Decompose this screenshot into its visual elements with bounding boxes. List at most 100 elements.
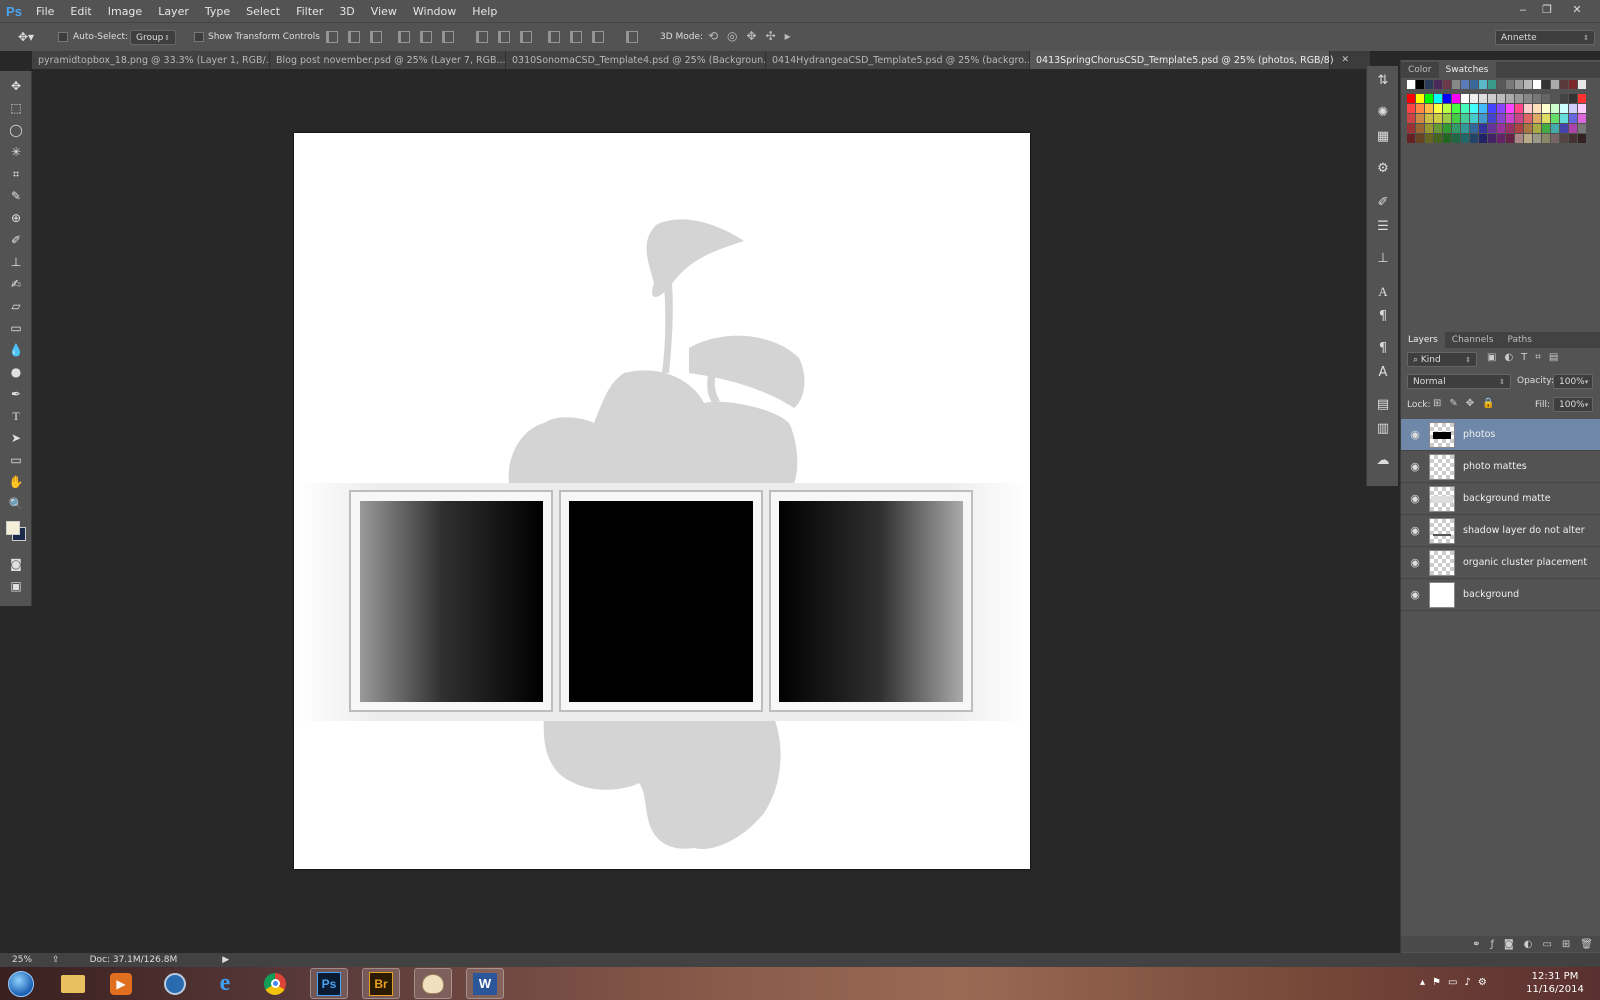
color-swatch[interactable] <box>1542 114 1550 123</box>
color-swatch[interactable] <box>1416 80 1424 89</box>
opacity-field[interactable]: 100% ▾ <box>1553 374 1593 389</box>
color-swatch[interactable] <box>1470 124 1478 133</box>
taskbar-internet-explorer[interactable]: e <box>206 968 244 999</box>
new-layer-icon[interactable]: ⊞ <box>1562 939 1570 950</box>
color-swatch[interactable] <box>1443 124 1451 133</box>
move-tool-icon[interactable]: ✥ <box>6 77 26 95</box>
color-swatch[interactable] <box>1461 124 1469 133</box>
color-swatch[interactable] <box>1560 104 1568 113</box>
visibility-eye-icon[interactable]: ◉ <box>1401 428 1429 441</box>
color-swatch[interactable] <box>1524 134 1532 143</box>
color-swatch[interactable] <box>1533 124 1541 133</box>
layer-row-shadow[interactable]: ◉ shadow layer do not alter <box>1401 515 1600 547</box>
layer-filter-icons[interactable]: ▣◐T⌗▤ <box>1487 352 1566 363</box>
paragraph-styles-icon[interactable]: ¶ <box>1375 340 1391 356</box>
foreground-color-swatch[interactable] <box>6 521 20 535</box>
color-swatch[interactable] <box>1479 134 1487 143</box>
color-swatch[interactable] <box>1425 94 1433 103</box>
libraries-panel-icon[interactable]: ☁ <box>1375 452 1391 468</box>
clock[interactable]: 12:31 PM 11/16/2014 <box>1520 970 1590 996</box>
rectangle-tool-icon[interactable]: ▭ <box>6 451 26 469</box>
color-swatch[interactable] <box>1542 124 1550 133</box>
color-swatch[interactable] <box>1560 134 1568 143</box>
color-swatch[interactable] <box>1470 80 1478 89</box>
actions-panel-icon[interactable]: ✺ <box>1375 104 1391 120</box>
color-swatch[interactable] <box>1461 80 1469 89</box>
layer-style-icon[interactable]: ƒ <box>1490 939 1494 950</box>
link-layers-icon[interactable]: ⚭ <box>1472 939 1480 950</box>
menu-view[interactable]: View <box>363 5 405 18</box>
distribute-hcenter-icon[interactable] <box>570 31 582 43</box>
tab-layers[interactable]: Layers <box>1401 332 1445 348</box>
color-swatch[interactable] <box>1524 114 1532 123</box>
layer-filter-dropdown[interactable]: ⌕ Kind ⇕ <box>1407 352 1477 367</box>
color-swatch[interactable] <box>1533 80 1541 89</box>
new-group-icon[interactable]: ▭ <box>1542 939 1551 950</box>
zoom-tool-icon[interactable]: 🔍 <box>6 495 26 513</box>
lock-icons[interactable]: ⊞✎✥🔒 <box>1433 398 1503 409</box>
brush-panel-icon[interactable]: ✐ <box>1375 194 1391 210</box>
color-swatch[interactable] <box>1434 80 1442 89</box>
color-swatch[interactable] <box>1479 80 1487 89</box>
color-swatch[interactable] <box>1479 104 1487 113</box>
color-swatch[interactable] <box>1407 114 1415 123</box>
menu-layer[interactable]: Layer <box>150 5 197 18</box>
pen-tool-icon[interactable]: ✒ <box>6 385 26 403</box>
align-left-icon[interactable] <box>398 31 410 43</box>
color-swatch[interactable] <box>1479 124 1487 133</box>
color-swatch[interactable] <box>1425 114 1433 123</box>
color-swatch[interactable] <box>1488 104 1496 113</box>
properties-panel-icon[interactable]: ⚙ <box>1375 160 1391 176</box>
color-swatch[interactable] <box>1569 124 1577 133</box>
color-swatch[interactable] <box>1407 104 1415 113</box>
color-swatch[interactable] <box>1425 124 1433 133</box>
distribute-top-icon[interactable] <box>476 31 488 43</box>
color-swatch[interactable] <box>1524 104 1532 113</box>
color-swatch[interactable] <box>1551 104 1559 113</box>
color-swatch[interactable] <box>1416 104 1424 113</box>
visibility-eye-icon[interactable]: ◉ <box>1401 556 1429 569</box>
color-swatch[interactable] <box>1452 94 1460 103</box>
align-bottom-icon[interactable] <box>370 31 382 43</box>
color-swatch[interactable] <box>1560 80 1568 89</box>
color-swatch[interactable] <box>1569 104 1577 113</box>
tab-document[interactable]: pyramidtopbox_18.png @ 33.3% (Layer 1, R… <box>32 51 290 69</box>
history-panel-icon[interactable]: ⇅ <box>1375 72 1391 88</box>
taskbar-paint[interactable] <box>414 968 452 999</box>
color-swatch[interactable] <box>1461 114 1469 123</box>
color-swatch[interactable] <box>1524 94 1532 103</box>
align-top-icon[interactable] <box>326 31 338 43</box>
color-swatch[interactable] <box>1434 114 1442 123</box>
color-swatch[interactable] <box>1416 134 1424 143</box>
adjustments-panel-icon[interactable]: ☰ <box>1375 218 1391 234</box>
color-swatch[interactable] <box>1578 94 1586 103</box>
paragraph-panel-icon[interactable]: ¶ <box>1375 308 1391 324</box>
move-tool-preset-icon[interactable]: ✥▾ <box>18 30 34 44</box>
color-swatch[interactable] <box>1461 104 1469 113</box>
color-swatch[interactable] <box>1443 134 1451 143</box>
color-swatch[interactable] <box>1515 124 1523 133</box>
color-swatch[interactable] <box>1551 114 1559 123</box>
clone-source-panel-icon[interactable]: ⊥ <box>1375 250 1391 266</box>
color-swatch[interactable] <box>1515 114 1523 123</box>
marquee-tool-icon[interactable]: ⬚ <box>6 99 26 117</box>
tab-document[interactable]: Blog post november.psd @ 25% (Layer 7, R… <box>270 51 521 69</box>
color-swatch[interactable] <box>1497 134 1505 143</box>
color-swatch[interactable] <box>1578 124 1586 133</box>
menu-help[interactable]: Help <box>464 5 505 18</box>
color-swatch[interactable] <box>1488 80 1496 89</box>
color-swatch[interactable] <box>1497 114 1505 123</box>
color-swatch[interactable] <box>1524 80 1532 89</box>
auto-select-checkbox[interactable] <box>58 32 68 45</box>
auto-select-dropdown[interactable]: Group ⇕ <box>130 30 176 45</box>
color-swatch[interactable] <box>1416 114 1424 123</box>
layer-row-background-matte[interactable]: ◉ background matte <box>1401 483 1600 515</box>
color-swatch[interactable] <box>1488 94 1496 103</box>
color-swatch[interactable] <box>1542 104 1550 113</box>
quick-mask-icon[interactable]: ◙ <box>6 555 26 573</box>
menu-image[interactable]: Image <box>100 5 150 18</box>
color-swatch[interactable] <box>1524 124 1532 133</box>
color-swatch[interactable] <box>1434 104 1442 113</box>
color-swatch[interactable] <box>1434 94 1442 103</box>
magic-wand-icon[interactable]: ✳ <box>6 143 26 161</box>
